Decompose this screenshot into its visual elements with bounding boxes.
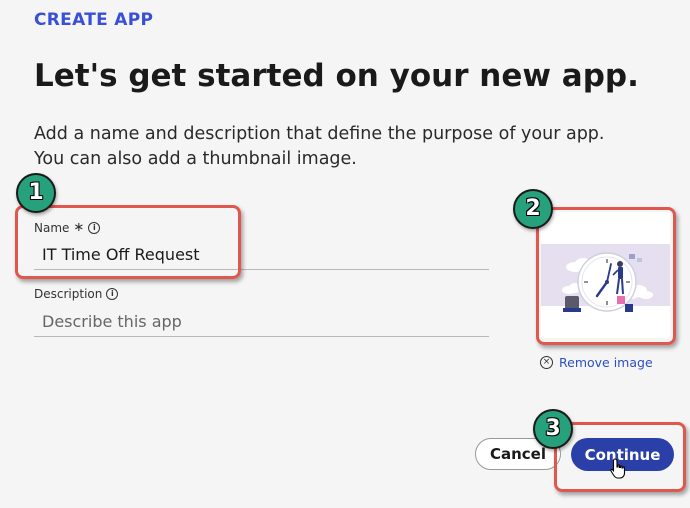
clock-illustration-image bbox=[541, 212, 670, 338]
asterisk-icon: ∗ bbox=[73, 220, 85, 235]
name-label-text: Name bbox=[34, 220, 70, 235]
callout-badge-1: 1 bbox=[16, 173, 56, 213]
remove-image-link[interactable]: × Remove image bbox=[540, 355, 653, 370]
subtitle-line-2: You can also add a thumbnail image. bbox=[34, 149, 357, 169]
description-input[interactable] bbox=[34, 307, 489, 337]
info-icon[interactable]: i bbox=[106, 288, 119, 300]
callout-badge-3: 3 bbox=[533, 409, 573, 449]
description-field-label: Description i bbox=[34, 287, 119, 301]
page-title: Let's get started on your new app. bbox=[34, 58, 639, 94]
subtitle-line-1: Add a name and description that define t… bbox=[34, 124, 605, 144]
eyebrow-label: CREATE APP bbox=[34, 10, 154, 30]
app-thumbnail[interactable] bbox=[541, 212, 670, 338]
description-label-text: Description bbox=[34, 287, 103, 301]
remove-image-label: Remove image bbox=[559, 355, 653, 370]
hand-pointer-icon bbox=[610, 458, 626, 479]
page-subtitle: Add a name and description that define t… bbox=[34, 122, 674, 172]
name-input[interactable] bbox=[34, 240, 489, 270]
callout-badge-2: 2 bbox=[513, 189, 553, 229]
info-icon[interactable]: i bbox=[88, 221, 101, 234]
close-circle-icon: × bbox=[540, 356, 553, 369]
name-field-label: Name ∗ i bbox=[34, 220, 101, 235]
